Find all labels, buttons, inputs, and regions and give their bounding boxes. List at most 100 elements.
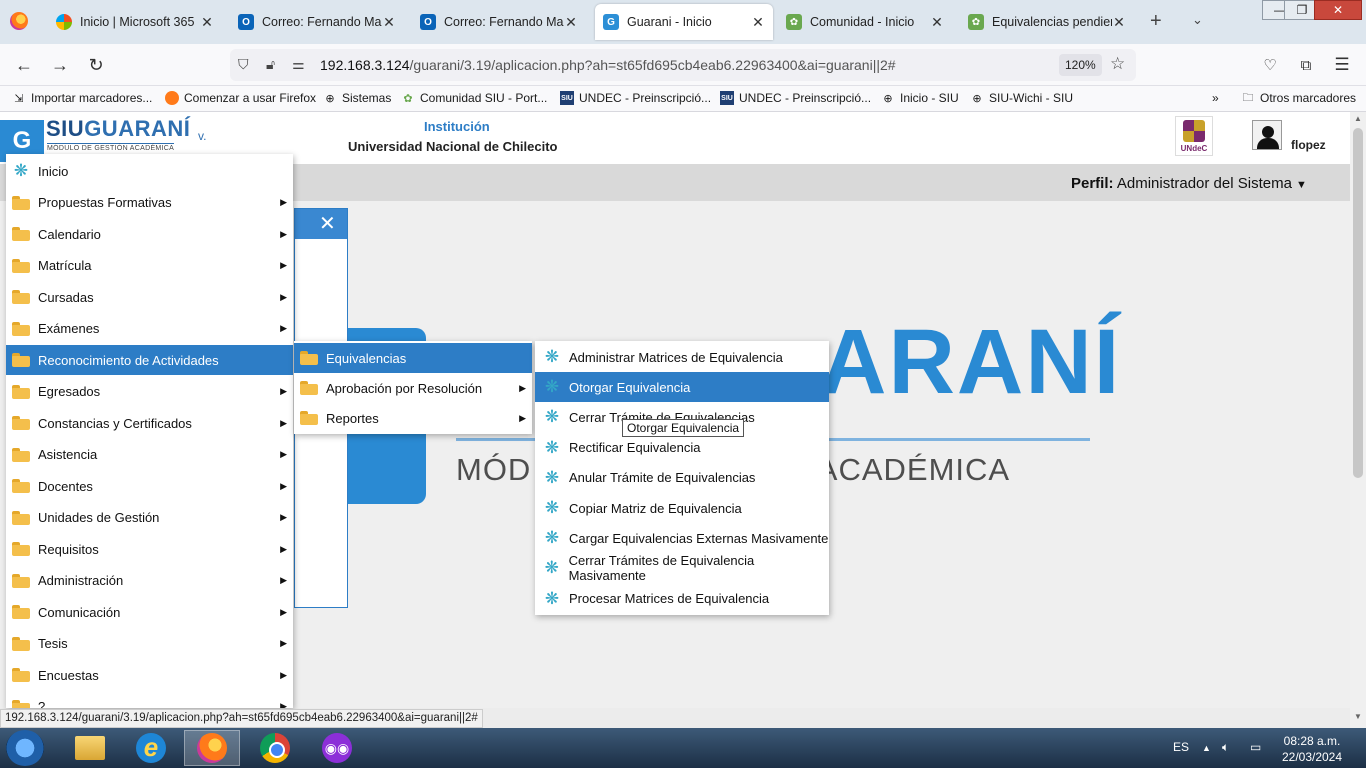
bookmark-undec-2[interactable]: SIU UNDEC - Preinscripció... xyxy=(720,91,871,105)
network-icon[interactable]: ▭ xyxy=(1250,740,1261,754)
main-menu-item[interactable]: Encuestas ▶ xyxy=(6,660,293,690)
close-tab-icon[interactable]: ✕ xyxy=(382,14,396,31)
folder-icon xyxy=(12,447,30,462)
equivalencias-menu-item[interactable]: ❋ Rectificar Equivalencia xyxy=(535,433,829,463)
submenu-arrow-icon: ▶ xyxy=(519,412,526,423)
extensions-icon[interactable]: ⧉ xyxy=(1294,53,1318,77)
new-tab-icon[interactable]: + xyxy=(1150,10,1162,33)
main-menu-item[interactable]: Constancias y Certificados ▶ xyxy=(6,408,293,438)
main-menu-item[interactable]: Docentes ▶ xyxy=(6,471,293,501)
bookmark-undec-1[interactable]: SIU UNDEC - Preinscripció... xyxy=(560,91,711,105)
main-menu-item[interactable]: Unidades de Gestión ▶ xyxy=(6,503,293,533)
bookmark-sistemas[interactable]: ⊕ Sistemas xyxy=(323,91,391,105)
zoom-level-badge[interactable]: 120% xyxy=(1059,54,1102,76)
main-menu-item[interactable]: Egresados ▶ xyxy=(6,377,293,407)
submenu-item[interactable]: Equivalencias xyxy=(294,343,532,373)
navigation-toolbar: ← → ↻ ⛉ 🔓︎ ⚌ 192.168.3.124/guarani/3.19/… xyxy=(0,44,1366,86)
equivalencias-menu-item[interactable]: ❋ Cerrar Trámites de Equivalencia Masivam… xyxy=(535,553,829,583)
bookmark-firefox[interactable]: Comenzar a usar Firefox xyxy=(165,91,316,105)
equivalencias-menu-item[interactable]: ❋ Otorgar Equivalencia xyxy=(535,372,829,403)
url-text[interactable]: 192.168.3.124/guarani/3.19/aplicacion.ph… xyxy=(320,57,896,73)
equivalencias-menu-item[interactable]: ❋ Cargar Equivalencias Externas Masivamen… xyxy=(535,523,829,553)
main-menu-item[interactable]: Administración ▶ xyxy=(6,566,293,596)
more-bookmarks-chevron-icon[interactable]: » xyxy=(1212,91,1219,105)
close-tab-icon[interactable]: ✕ xyxy=(1112,14,1126,31)
tab-guarani-inicio[interactable]: G Guarani - Inicio ✕ xyxy=(595,4,773,40)
tab-list-chevron-icon[interactable]: ⌄ xyxy=(1192,12,1203,28)
reload-icon[interactable]: ↻ xyxy=(84,53,108,77)
taskbar-private-browser[interactable]: ◉◉ xyxy=(309,730,365,766)
close-tab-icon[interactable]: ✕ xyxy=(751,14,765,31)
tray-expand-icon[interactable]: ▲ xyxy=(1202,743,1211,753)
close-tab-icon[interactable]: ✕ xyxy=(564,14,578,31)
taskbar-explorer[interactable] xyxy=(62,730,118,766)
url-bar[interactable]: ⛉ 🔓︎ ⚌ 192.168.3.124/guarani/3.19/aplica… xyxy=(230,49,1136,81)
main-menu-item[interactable]: Requisitos ▶ xyxy=(6,534,293,564)
username[interactable]: flopez xyxy=(1291,138,1326,152)
pocket-icon[interactable]: ♡ xyxy=(1258,53,1282,77)
page-scrollbar[interactable]: ▲ ▼ xyxy=(1350,112,1366,728)
equivalencias-menu-item[interactable]: ❋ Copiar Matriz de Equivalencia xyxy=(535,493,829,523)
bookmark-comunidad[interactable]: ✿ Comunidad SIU - Port... xyxy=(401,91,547,105)
taskbar-ie[interactable]: e xyxy=(123,730,179,766)
profile-selector[interactable]: Perfil: Administrador del Sistema ▼ xyxy=(1071,175,1307,192)
main-menu-item[interactable]: Calendario ▶ xyxy=(6,219,293,249)
equivalencias-menu-item-label: Administrar Matrices de Equivalencia xyxy=(569,349,783,365)
windows-taskbar: e ◉◉ ES ▲ 🔈︎ ▭ 08:28 a.m. 22/03/2024 xyxy=(0,728,1366,768)
language-indicator[interactable]: ES xyxy=(1173,740,1189,754)
main-menu-item-label: Administración xyxy=(38,573,124,588)
tab-correo-2[interactable]: O Correo: Fernando Marcelo ✕ xyxy=(412,4,586,40)
main-menu-item[interactable]: Cursadas ▶ xyxy=(6,282,293,312)
main-menu-item[interactable]: Reconocimiento de Actividades xyxy=(6,345,293,375)
permissions-icon[interactable]: ⚌ xyxy=(292,56,305,73)
submenu-item[interactable]: Aprobación por Resolución ▶ xyxy=(294,373,532,403)
close-tab-icon[interactable]: ✕ xyxy=(930,14,944,31)
bookmark-inicio-siu[interactable]: ⊕ Inicio - SIU xyxy=(881,91,958,105)
submenu-arrow-icon: ▶ xyxy=(280,512,287,522)
scrollbar-thumb[interactable] xyxy=(1353,128,1363,478)
main-menu-item-label: Unidades de Gestión xyxy=(38,510,160,525)
equivalencias-menu-item[interactable]: ❋ Procesar Matrices de Equivalencia xyxy=(535,584,829,614)
submenu-item[interactable]: Reportes ▶ xyxy=(294,403,532,433)
insecure-lock-icon[interactable]: 🔓︎ xyxy=(266,56,275,73)
tab-equivalencias[interactable]: ✿ Equivalencias pendientes ✕ xyxy=(960,4,1134,40)
main-menu-item[interactable]: Propuestas Formativas ▶ xyxy=(6,188,293,218)
main-menu-item[interactable]: Asistencia ▶ xyxy=(6,440,293,470)
forward-icon[interactable]: → xyxy=(48,53,72,77)
shield-icon[interactable]: ⛉ xyxy=(238,56,249,73)
clock[interactable]: 08:28 a.m. 22/03/2024 xyxy=(1278,733,1346,765)
tab-correo-1[interactable]: O Correo: Fernando Marcelo ✕ xyxy=(230,4,404,40)
bookmark-label: Importar marcadores... xyxy=(31,91,153,105)
bookmark-star-icon[interactable]: ☆ xyxy=(1110,54,1125,74)
taskbar-firefox[interactable] xyxy=(184,730,240,766)
close-dialog-icon[interactable]: ✕ xyxy=(319,211,336,236)
folder-icon xyxy=(12,353,30,367)
scroll-down-icon[interactable]: ▼ xyxy=(1354,712,1362,721)
firefox-menu-icon[interactable] xyxy=(10,12,28,30)
other-bookmarks[interactable]: 🗀︎ Otros marcadores xyxy=(1241,91,1357,105)
close-tab-icon[interactable]: ✕ xyxy=(200,14,214,31)
equivalencias-menu-item-label: Procesar Matrices de Equivalencia xyxy=(569,591,770,607)
avatar[interactable] xyxy=(1252,120,1282,150)
equivalencias-menu-item[interactable]: ❋ Administrar Matrices de Equivalencia xyxy=(535,342,829,372)
tab-comunidad[interactable]: ✿ Comunidad - Inicio ✕ xyxy=(778,4,952,40)
main-menu-item[interactable]: Exámenes ▶ xyxy=(6,314,293,344)
main-menu-item[interactable]: Comunicación ▶ xyxy=(6,597,293,627)
tab-microsoft365[interactable]: Inicio | Microsoft 365 ✕ xyxy=(48,4,222,40)
volume-icon[interactable]: 🔈︎ xyxy=(1222,740,1229,755)
back-icon[interactable]: ← xyxy=(12,53,36,77)
bookmark-label: UNDEC - Preinscripció... xyxy=(739,91,872,105)
scroll-up-icon[interactable]: ▲ xyxy=(1354,114,1362,123)
main-menu-item[interactable]: ❋ Inicio xyxy=(6,156,293,186)
main-menu-item[interactable]: Tesis ▶ xyxy=(6,629,293,659)
bookmark-importar[interactable]: ⇲ Importar marcadores... xyxy=(12,91,152,105)
start-button[interactable] xyxy=(6,730,44,766)
close-window-icon[interactable]: ✕ xyxy=(1314,0,1362,20)
taskbar-chrome[interactable] xyxy=(247,730,303,766)
equivalencias-menu-item[interactable]: ❋ Anular Trámite de Equivalencias xyxy=(535,463,829,493)
main-menu-item[interactable]: ? ▶ xyxy=(6,692,293,708)
logo-subtitle: MÓDULO DE GESTIÓN ACADÉMICA xyxy=(47,143,175,152)
bookmark-siu-wichi[interactable]: ⊕ SIU-Wichi - SIU xyxy=(970,91,1073,105)
main-menu-item[interactable]: Matrícula ▶ xyxy=(6,251,293,281)
hamburger-menu-icon[interactable]: ☰ xyxy=(1330,53,1354,77)
